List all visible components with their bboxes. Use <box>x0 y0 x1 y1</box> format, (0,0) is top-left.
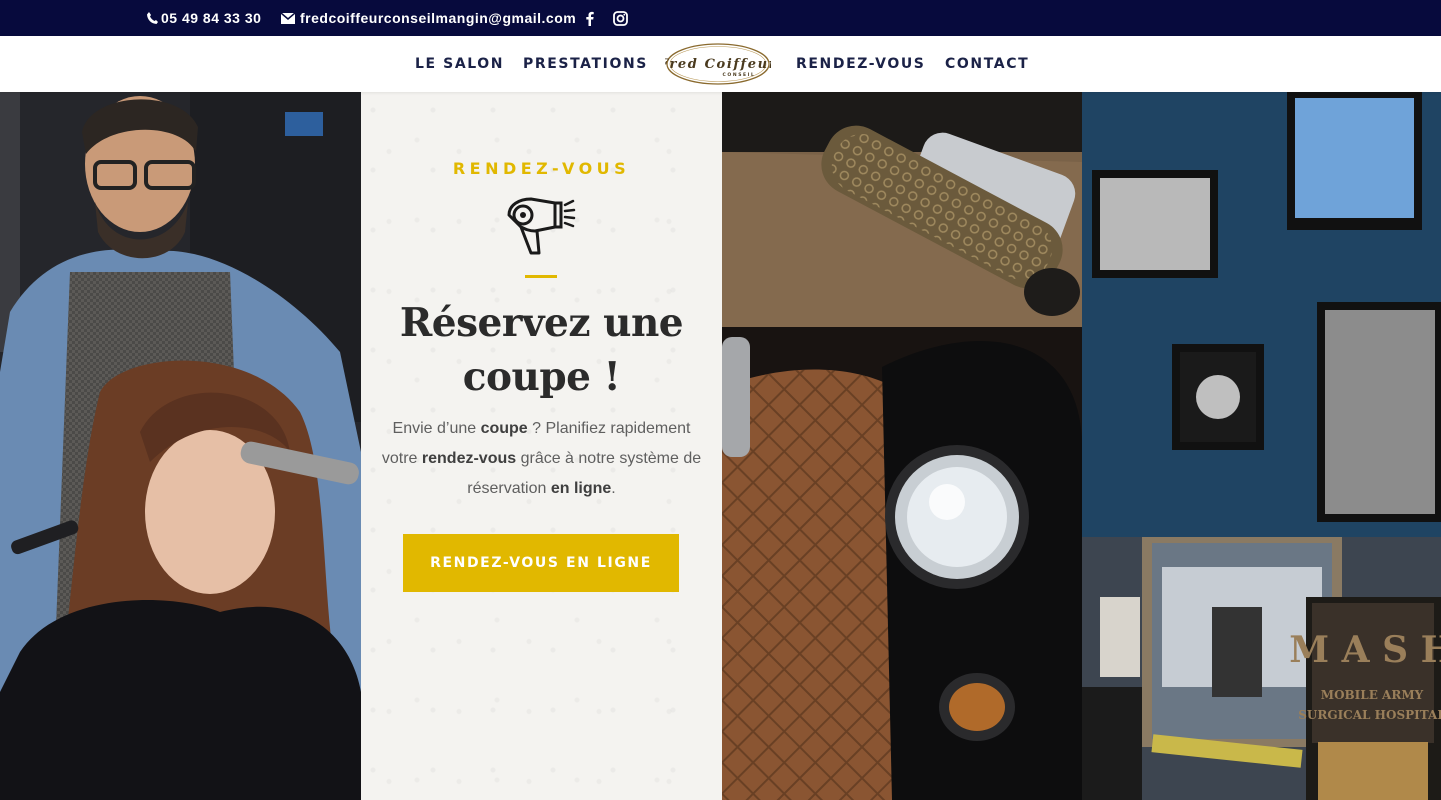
accent-divider <box>525 275 557 278</box>
logo-graphic: Fred Coiffeur CONSEIL <box>665 43 771 85</box>
mash-sign-line1: MOBILE ARMY <box>1321 688 1424 702</box>
vintage-car-photo <box>722 327 1082 800</box>
phone-link[interactable]: 05 49 84 33 30 <box>146 0 261 36</box>
phone-icon <box>146 11 158 25</box>
desc-bold: en ligne <box>550 480 612 497</box>
email-address: fredcoiffeurconseilmangin@gmail.com <box>300 10 577 26</box>
mash-sign-line2: SURGICAL HOSPITAL <box>1298 708 1441 722</box>
facebook-icon[interactable] <box>585 0 594 36</box>
section-kicker: RENDEZ-VOUS <box>452 159 631 178</box>
desc-bold: coupe <box>480 420 528 437</box>
envelope-icon <box>281 12 295 24</box>
nav-item-prestations[interactable]: PRESTATIONS <box>523 36 648 92</box>
logo-subtext: CONSEIL <box>723 72 756 78</box>
main-nav: LE SALON PRESTATIONS Fred Coiffeur CONSE… <box>0 36 1441 92</box>
hero-headline-line2: coupe ! <box>462 354 621 400</box>
salon-wall-photo <box>1082 92 1441 537</box>
top-bar: 05 49 84 33 30 fredcoiffeurconseilmangin… <box>0 0 1441 36</box>
desc-text: Envie d’une <box>392 420 481 437</box>
clipper-photo <box>722 92 1082 327</box>
email-link[interactable]: fredcoiffeurconseilmangin@gmail.com <box>281 0 576 36</box>
book-online-button[interactable]: RENDEZ-VOUS EN LIGNE <box>403 534 679 592</box>
nav-item-le-salon[interactable]: LE SALON <box>415 36 504 92</box>
instagram-icon[interactable] <box>613 0 628 36</box>
nav-item-rendez-vous[interactable]: RENDEZ-VOUS <box>796 36 925 92</box>
hair-dryer-icon <box>505 197 577 257</box>
logo-text: Fred Coiffeur <box>665 57 771 72</box>
nav-item-contact[interactable]: CONTACT <box>945 36 1029 92</box>
mash-sign-title: M A S H <box>1289 629 1441 671</box>
desc-text: . <box>611 480 616 497</box>
phone-number: 05 49 84 33 30 <box>161 10 262 26</box>
salon-mirror-photo: M A S H MOBILE ARMY SURGICAL HOSPITAL <box>1082 537 1441 800</box>
hero-headline: Réservez une coupe ! <box>361 296 722 404</box>
site-logo[interactable]: Fred Coiffeur CONSEIL <box>665 42 771 86</box>
desc-bold: rendez-vous <box>421 450 517 467</box>
hero-headline-line1: Réservez une <box>399 300 684 346</box>
hero-description: Envie d’une coupe ? Planifiez rapidement… <box>381 414 702 504</box>
barber-client-photo <box>0 92 361 800</box>
